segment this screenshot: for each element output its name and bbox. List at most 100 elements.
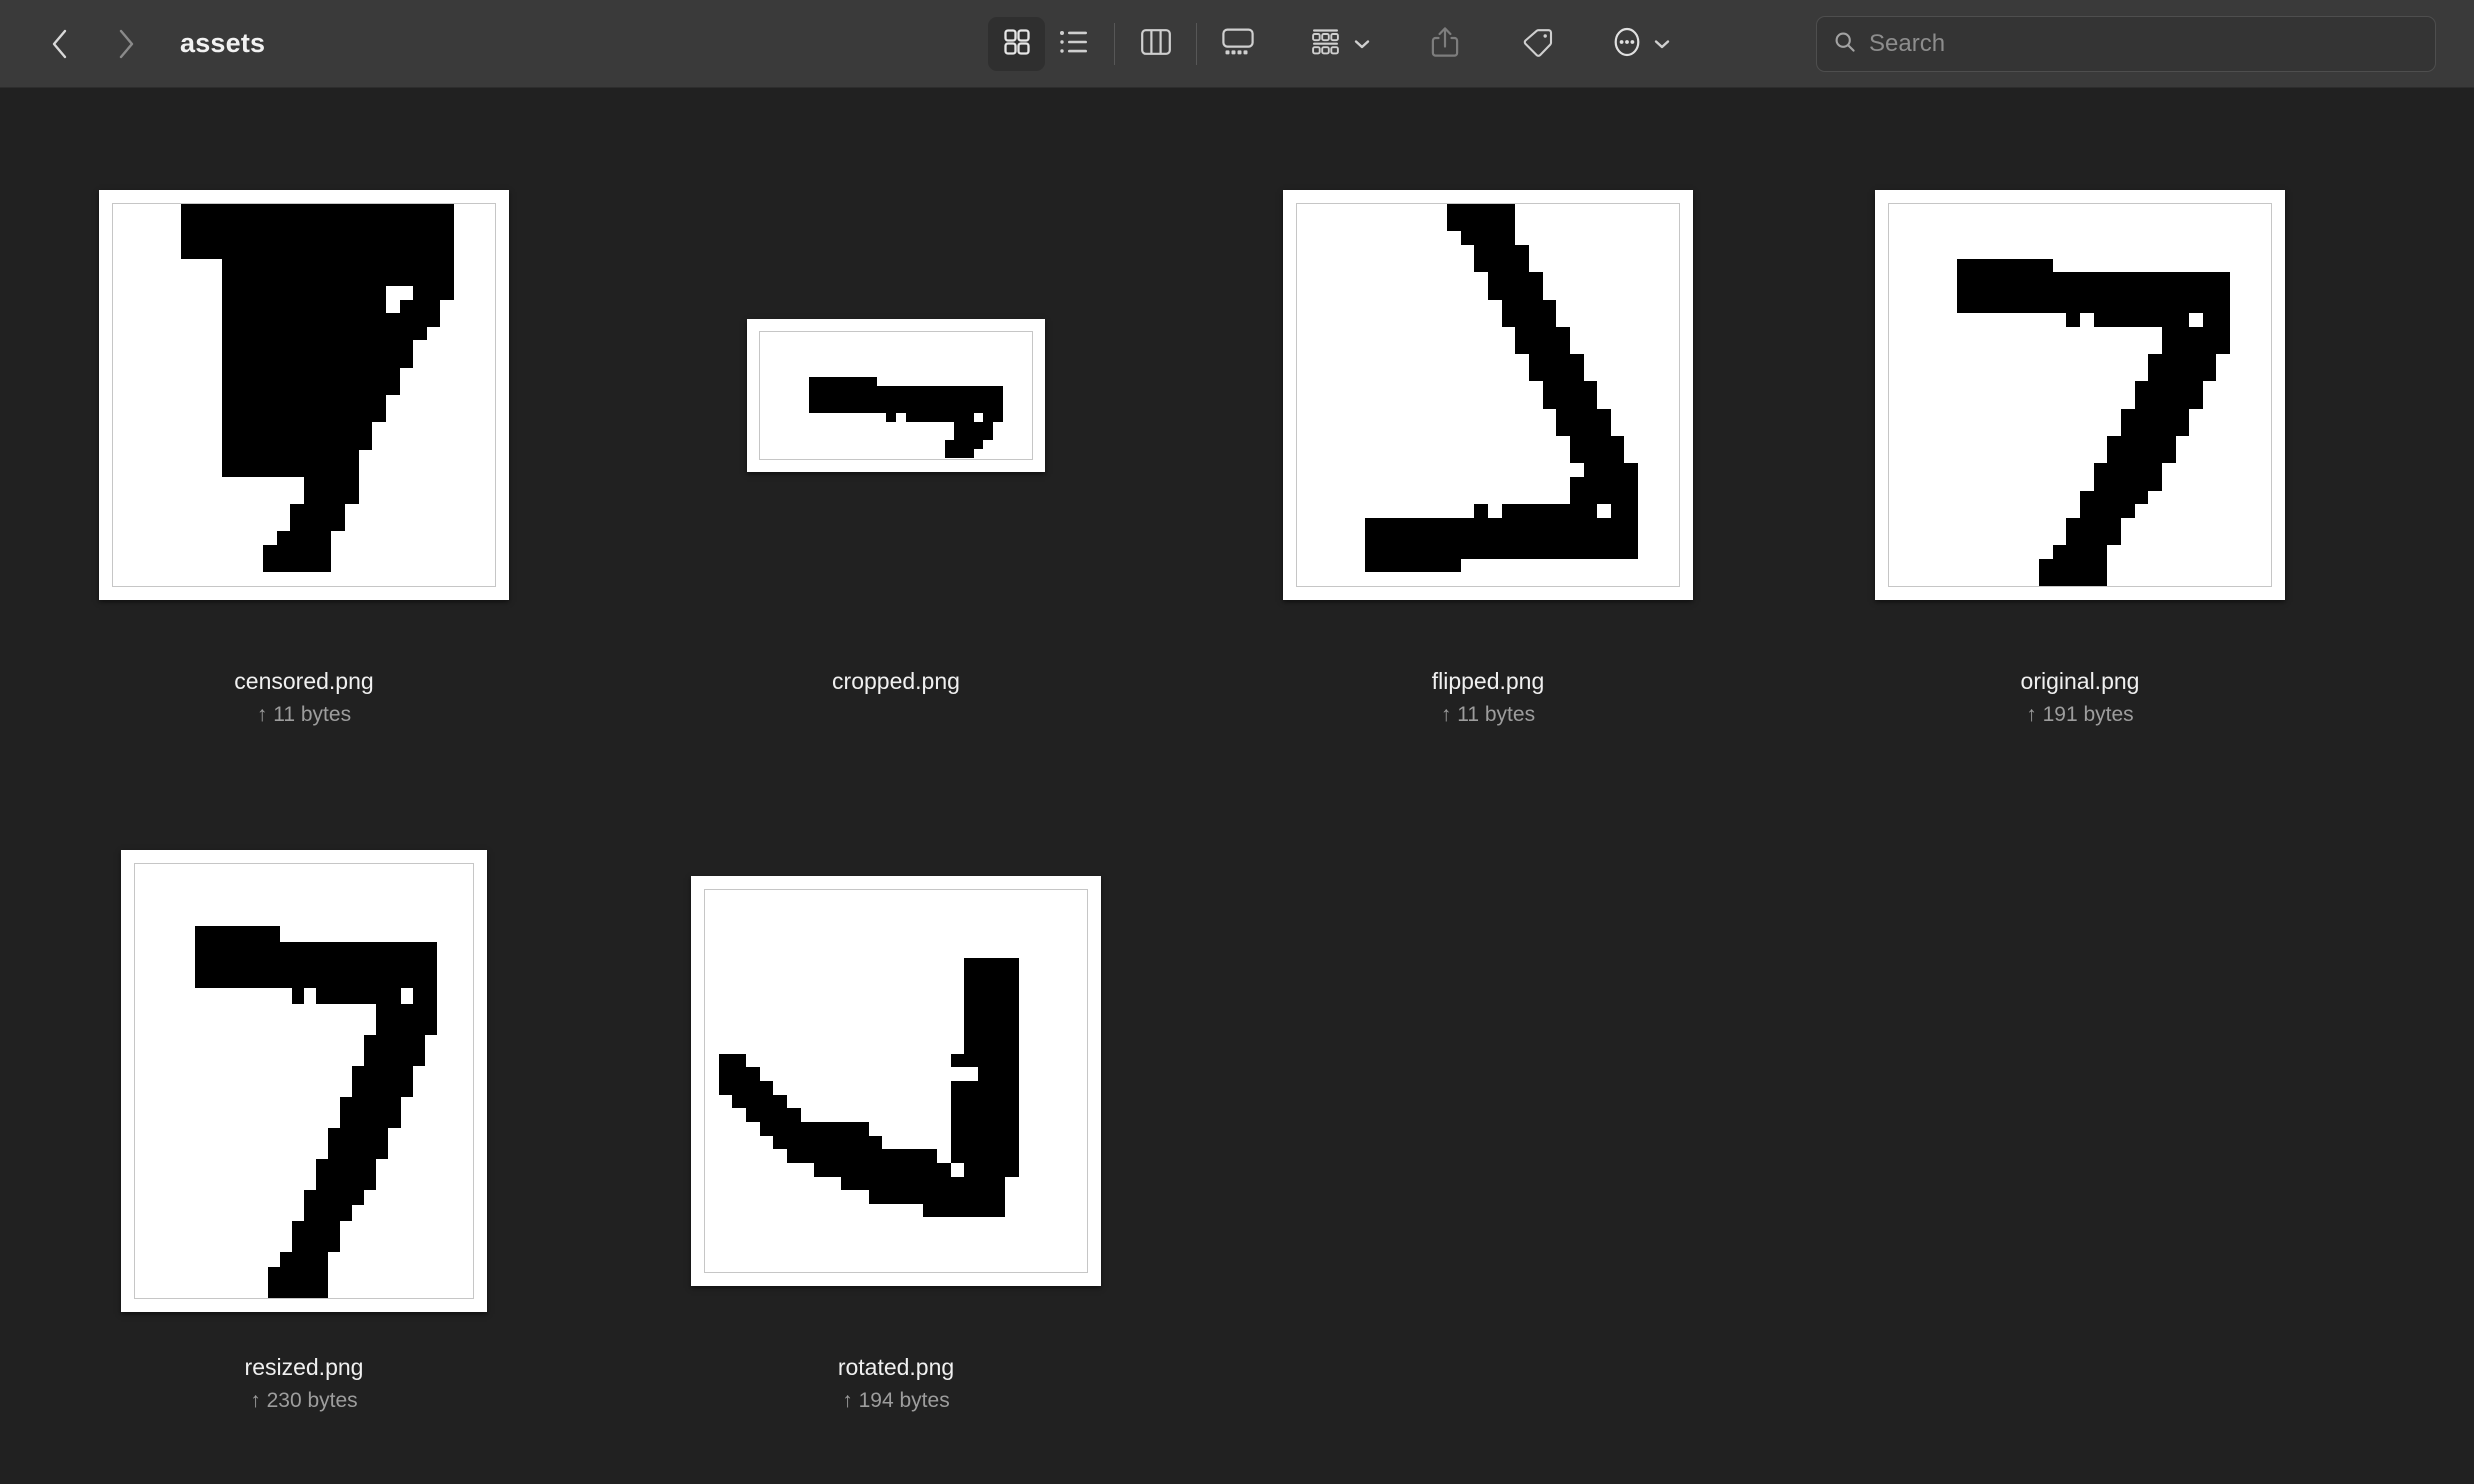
pixel <box>1032 1121 1047 1136</box>
pixel <box>909 1244 924 1259</box>
pixel <box>426 285 441 300</box>
pixel <box>113 463 127 477</box>
search-input[interactable] <box>1869 30 2419 58</box>
pixel <box>1488 449 1502 464</box>
pixel <box>267 972 280 988</box>
pixel <box>358 435 373 450</box>
pixel <box>1998 517 2012 532</box>
pixel <box>208 408 223 423</box>
file-item[interactable]: cropped.png <box>600 144 1192 830</box>
pixel <box>1365 435 1379 450</box>
pixel <box>1351 572 1366 586</box>
file-thumbnail[interactable] <box>600 830 1192 1332</box>
pixel <box>147 910 160 926</box>
search-field[interactable] <box>1816 16 2436 72</box>
pixel <box>2189 285 2203 300</box>
pixel <box>376 910 389 926</box>
search-box[interactable] <box>1816 16 2436 72</box>
pixel <box>2120 299 2135 314</box>
pixel <box>364 957 377 973</box>
pixel <box>827 1190 842 1204</box>
pixel <box>2025 340 2040 355</box>
file-thumbnail[interactable] <box>8 144 600 646</box>
pixel <box>841 1162 856 1177</box>
file-item[interactable]: censored.png ↑ 11 bytes <box>8 144 600 830</box>
pixel <box>440 545 455 559</box>
pixel <box>818 440 828 450</box>
file-name[interactable]: flipped.png <box>1432 668 1545 696</box>
pixel <box>1542 490 1557 505</box>
file-item[interactable]: rotated.png ↑ 194 bytes <box>600 830 1192 1484</box>
pixel <box>905 394 916 405</box>
forward-button[interactable] <box>106 20 146 68</box>
file-item[interactable]: resized.png ↑ 230 bytes <box>8 830 600 1484</box>
back-button[interactable] <box>40 20 80 68</box>
pixel <box>2175 531 2190 546</box>
file-item[interactable]: flipped.png ↑ 11 bytes <box>1192 144 1784 830</box>
pixel <box>944 331 955 341</box>
pixel <box>964 1040 978 1054</box>
pixel <box>460 1158 473 1174</box>
pixel <box>2202 517 2217 532</box>
pixel <box>276 340 291 355</box>
pixel <box>194 381 209 395</box>
pixel <box>1337 422 1352 436</box>
pixel <box>1433 381 1448 395</box>
pixel <box>1324 258 1338 273</box>
pixel <box>2175 354 2190 368</box>
pixel <box>331 490 345 505</box>
pixel <box>372 258 386 273</box>
pixel <box>2161 354 2176 368</box>
file-name[interactable]: cropped.png <box>832 668 960 696</box>
pixel <box>235 558 250 573</box>
pixel <box>481 231 495 245</box>
view-gallery-button[interactable] <box>1209 17 1266 71</box>
pixel <box>352 972 365 988</box>
pixel <box>376 879 389 895</box>
file-thumbnail[interactable] <box>1192 144 1784 646</box>
pixel <box>2080 340 2094 355</box>
pixel <box>276 408 291 423</box>
file-thumbnail[interactable] <box>1784 144 2376 646</box>
pixel <box>147 1158 160 1174</box>
pixel <box>279 1034 292 1050</box>
image-preview <box>1283 190 1693 600</box>
file-thumbnail[interactable] <box>8 830 600 1332</box>
pixel <box>705 1121 719 1136</box>
pixel <box>936 1094 951 1109</box>
pixel <box>460 879 473 895</box>
pixel <box>267 1096 280 1112</box>
pixel <box>983 331 994 341</box>
view-list-button[interactable] <box>1045 17 1102 71</box>
pixel <box>454 490 468 505</box>
pixel <box>923 999 937 1013</box>
file-name[interactable]: original.png <box>2021 668 2140 696</box>
pixel <box>135 1081 148 1097</box>
pixel <box>1610 517 1625 532</box>
file-name[interactable]: resized.png <box>245 1354 364 1382</box>
pixel <box>207 1143 220 1159</box>
share-button[interactable] <box>1416 17 1473 71</box>
pixel <box>181 435 195 450</box>
pixel <box>1488 244 1502 259</box>
view-icon-button[interactable] <box>988 17 1045 71</box>
more-options-button[interactable] <box>1602 17 1680 71</box>
pixel <box>340 1267 353 1283</box>
pixel <box>1984 449 1999 464</box>
pixel <box>331 231 345 245</box>
pixel <box>208 435 223 450</box>
file-item[interactable]: original.png ↑ 191 bytes <box>1784 144 2376 830</box>
pixel <box>344 449 359 464</box>
pixel <box>2066 340 2080 355</box>
pixel <box>195 879 208 895</box>
pixel <box>412 957 425 973</box>
pixel <box>837 394 848 405</box>
group-by-button[interactable] <box>1302 17 1380 71</box>
view-column-button[interactable] <box>1127 17 1184 71</box>
pixel <box>1501 217 1516 232</box>
tags-button[interactable] <box>1509 17 1566 71</box>
file-thumbnail[interactable] <box>600 144 1192 646</box>
pixel <box>944 367 955 377</box>
file-name[interactable]: censored.png <box>234 668 373 696</box>
file-name[interactable]: rotated.png <box>838 1354 954 1382</box>
